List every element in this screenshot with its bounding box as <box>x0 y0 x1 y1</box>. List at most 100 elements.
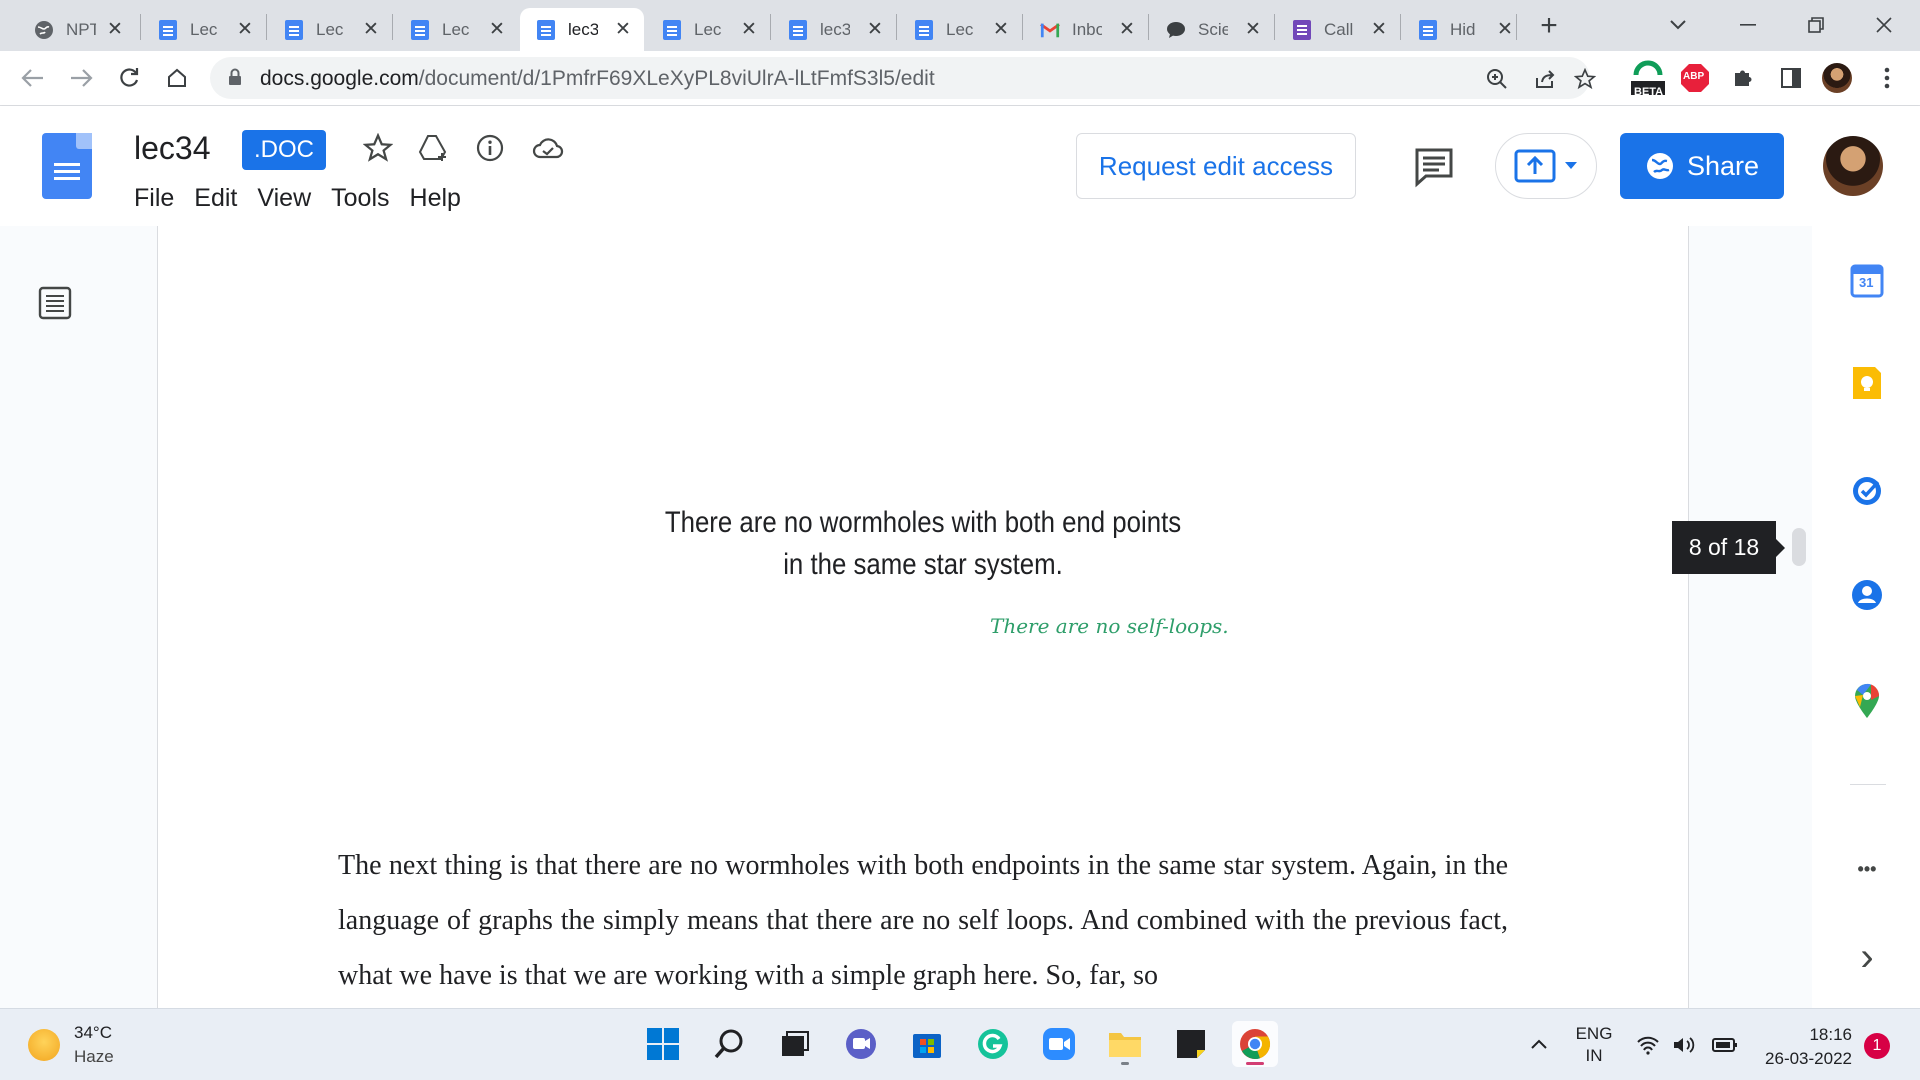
tab-lec34-active[interactable]: lec34 ✕ <box>520 8 644 51</box>
language-indicator[interactable]: ENG IN <box>1574 1023 1614 1067</box>
tab-search-icon[interactable] <box>1652 6 1704 44</box>
expand-panel-icon[interactable]: › <box>1848 935 1886 979</box>
side-panel-icon[interactable] <box>1774 61 1808 95</box>
present-button[interactable] <box>1495 133 1597 199</box>
docs-icon <box>1418 19 1438 40</box>
back-icon[interactable] <box>14 59 52 97</box>
tab-lec-7[interactable]: Lec ✕ <box>898 8 1022 51</box>
scrollbar-thumb[interactable] <box>1792 528 1806 566</box>
reload-icon[interactable] <box>110 59 148 97</box>
restore-icon[interactable] <box>1790 6 1842 44</box>
menu-file[interactable]: File <box>124 180 184 217</box>
close-tab-icon[interactable]: ✕ <box>234 18 256 41</box>
minimize-icon[interactable] <box>1722 6 1774 44</box>
document-outline-icon[interactable] <box>38 286 72 320</box>
share-button[interactable]: Share <box>1620 133 1784 199</box>
tab-lec-1[interactable]: Lec ✕ <box>142 8 266 51</box>
menu-edit[interactable]: Edit <box>184 180 247 217</box>
url-text[interactable]: docs.google.com/document/d/1PmfrF69XLeXy… <box>260 67 935 91</box>
forms-icon <box>1292 19 1312 40</box>
star-icon[interactable] <box>360 130 396 166</box>
clock[interactable]: 18:16 26-03-2022 <box>1752 1023 1852 1071</box>
wifi-icon[interactable] <box>1636 1035 1660 1060</box>
transcript-paragraph[interactable]: The next thing is that there are no worm… <box>338 838 1508 1003</box>
tab-lec-6[interactable]: lec3 ✕ <box>772 8 896 51</box>
close-tab-icon[interactable]: ✕ <box>486 18 508 41</box>
document-page[interactable]: There are no wormholes with both end poi… <box>157 226 1689 1008</box>
keep-icon[interactable] <box>1848 364 1886 402</box>
tab-title: Lec <box>946 19 974 39</box>
windows-taskbar: 34°C Haze ENG IN 18:16 26-03-2022 1 <box>0 1008 1920 1080</box>
beta-extension-icon[interactable]: BETA <box>1628 57 1668 101</box>
extensions-puzzle-icon[interactable] <box>1726 61 1760 95</box>
tab-lec-5[interactable]: Lec ✕ <box>646 8 770 51</box>
start-button[interactable] <box>640 1021 686 1067</box>
calendar-icon[interactable]: 31 <box>1848 262 1886 300</box>
more-apps-icon[interactable]: ••• <box>1848 850 1886 888</box>
tab-nptel[interactable]: NPTEL ✕ <box>18 8 136 51</box>
volume-icon[interactable] <box>1672 1035 1698 1060</box>
weather-widget[interactable]: 34°C Haze <box>28 1023 114 1067</box>
move-to-drive-icon[interactable] <box>416 130 452 166</box>
zoom-icon[interactable] <box>1482 65 1512 93</box>
details-info-icon[interactable] <box>472 130 508 166</box>
tab-lec-2[interactable]: Lec ✕ <box>268 8 392 51</box>
close-tab-icon[interactable]: ✕ <box>104 18 126 41</box>
close-tab-icon[interactable]: ✕ <box>864 18 886 41</box>
grammarly-icon[interactable] <box>970 1021 1016 1067</box>
tasks-icon[interactable] <box>1848 472 1886 510</box>
weather-sun-icon <box>28 1029 60 1061</box>
tab-title: Hid <box>1450 19 1476 39</box>
document-title[interactable]: lec34 <box>134 130 211 167</box>
search-icon[interactable] <box>706 1021 752 1067</box>
account-avatar[interactable] <box>1823 136 1883 196</box>
docs-icon <box>158 19 178 40</box>
tab-hid[interactable]: Hid ✕ <box>1402 8 1526 51</box>
tab-title: Lec <box>316 19 344 39</box>
new-tab-button[interactable]: + <box>1532 10 1566 44</box>
tab-science[interactable]: Science ✕ <box>1150 8 1274 51</box>
tab-inbox[interactable]: Inbox ✕ <box>1024 8 1148 51</box>
address-bar[interactable]: docs.google.com/document/d/1PmfrF69XLeXy… <box>210 57 1596 99</box>
notification-badge[interactable]: 1 <box>1864 1033 1890 1059</box>
menu-tools[interactable]: Tools <box>321 180 399 217</box>
contacts-icon[interactable] <box>1848 576 1886 614</box>
battery-icon[interactable] <box>1712 1037 1738 1058</box>
close-tab-icon[interactable]: ✕ <box>1494 18 1516 41</box>
home-icon[interactable] <box>158 59 196 97</box>
close-tab-icon[interactable]: ✕ <box>1116 18 1138 41</box>
tab-lec-3[interactable]: Lec ✕ <box>394 8 518 51</box>
maps-icon[interactable] <box>1848 682 1886 720</box>
present-icon <box>1514 149 1556 183</box>
docs-logo[interactable] <box>42 133 92 199</box>
globe-icon <box>34 20 54 40</box>
chrome-taskbar-icon[interactable] <box>1232 1021 1278 1067</box>
close-tab-icon[interactable]: ✕ <box>1368 18 1390 41</box>
file-explorer-icon[interactable] <box>1102 1021 1148 1067</box>
browser-menu-icon[interactable] <box>1870 61 1904 95</box>
show-hidden-icons[interactable] <box>1530 1035 1548 1055</box>
close-window-icon[interactable] <box>1858 6 1910 44</box>
forward-icon[interactable] <box>62 59 100 97</box>
sticky-notes-icon[interactable] <box>1168 1021 1214 1067</box>
close-tab-icon[interactable]: ✕ <box>738 18 760 41</box>
cloud-status-icon[interactable] <box>530 130 566 166</box>
comments-icon[interactable] <box>1412 144 1456 188</box>
zoom-app-icon[interactable] <box>1036 1021 1082 1067</box>
close-tab-icon[interactable]: ✕ <box>990 18 1012 41</box>
close-tab-icon[interactable]: ✕ <box>1242 18 1264 41</box>
slide-image-text: There are no wormholes with both end poi… <box>664 506 1182 581</box>
close-tab-icon[interactable]: ✕ <box>612 18 634 41</box>
profile-avatar[interactable] <box>1820 61 1854 95</box>
close-tab-icon[interactable]: ✕ <box>360 18 382 41</box>
adblock-icon[interactable]: ABP <box>1678 61 1712 95</box>
menu-view[interactable]: View <box>247 180 321 217</box>
tab-call[interactable]: Call ✕ <box>1276 8 1400 51</box>
teams-chat-icon[interactable] <box>838 1021 884 1067</box>
menu-help[interactable]: Help <box>400 180 471 217</box>
bookmark-star-icon[interactable] <box>1570 65 1600 93</box>
request-edit-access-button[interactable]: Request edit access <box>1076 133 1356 199</box>
share-page-icon[interactable] <box>1530 65 1560 93</box>
microsoft-store-icon[interactable] <box>904 1021 950 1067</box>
task-view-icon[interactable] <box>772 1021 818 1067</box>
